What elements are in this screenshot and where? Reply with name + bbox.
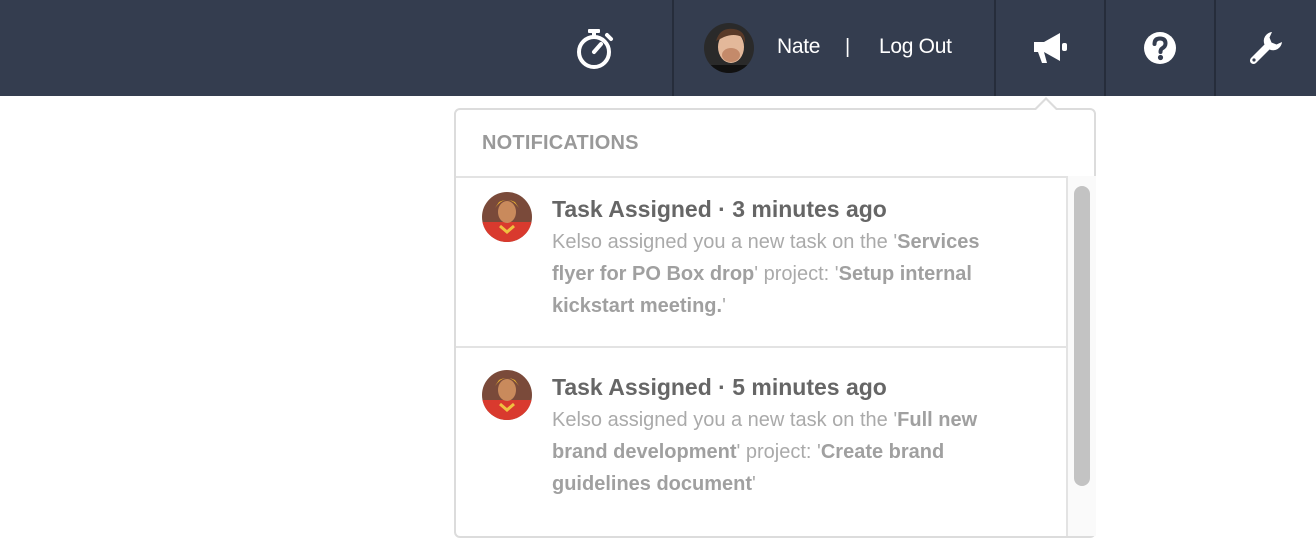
notifications-button[interactable] <box>996 0 1104 96</box>
notifications-list: Task Assigned · 3 minutes ago Kelso assi… <box>456 176 1068 536</box>
settings-button[interactable] <box>1216 0 1316 96</box>
timer-button[interactable] <box>560 0 632 96</box>
notification-item[interactable]: Task Assigned · 3 minutes ago Kelso assi… <box>456 178 1066 348</box>
notifications-scrollbar[interactable] <box>1068 176 1096 536</box>
user-avatar[interactable] <box>704 23 754 73</box>
scrollbar-thumb[interactable] <box>1074 186 1090 486</box>
logout-link[interactable]: Log Out <box>879 35 952 59</box>
notification-heading: Task Assigned · 5 minutes ago <box>552 374 887 400</box>
notification-avatar <box>482 192 532 242</box>
help-icon <box>1144 32 1176 64</box>
notification-body: Kelso assigned you a new task on the 'Se… <box>552 231 980 317</box>
stopwatch-icon <box>577 29 613 69</box>
notification-avatar <box>482 370 532 420</box>
notification-body: Kelso assigned you a new task on the 'Fu… <box>552 409 978 495</box>
megaphone-icon <box>1034 33 1067 63</box>
notifications-popover: NOTIFICATIONS Task Assigned · 3 minutes … <box>454 108 1096 538</box>
user-name-link[interactable]: Nate <box>777 35 820 59</box>
help-button[interactable] <box>1106 0 1214 96</box>
name-separator: | <box>845 36 851 58</box>
popover-caret-fill <box>1035 100 1057 111</box>
wrench-icon <box>1249 32 1282 65</box>
notification-item[interactable]: Task Assigned · 5 minutes ago Kelso assi… <box>456 348 1066 528</box>
notification-heading: Task Assigned · 3 minutes ago <box>552 196 887 222</box>
top-navigation-bar: Nate | Log Out <box>0 0 1316 96</box>
nav-divider <box>672 0 674 96</box>
notifications-title: NOTIFICATIONS <box>482 132 639 154</box>
